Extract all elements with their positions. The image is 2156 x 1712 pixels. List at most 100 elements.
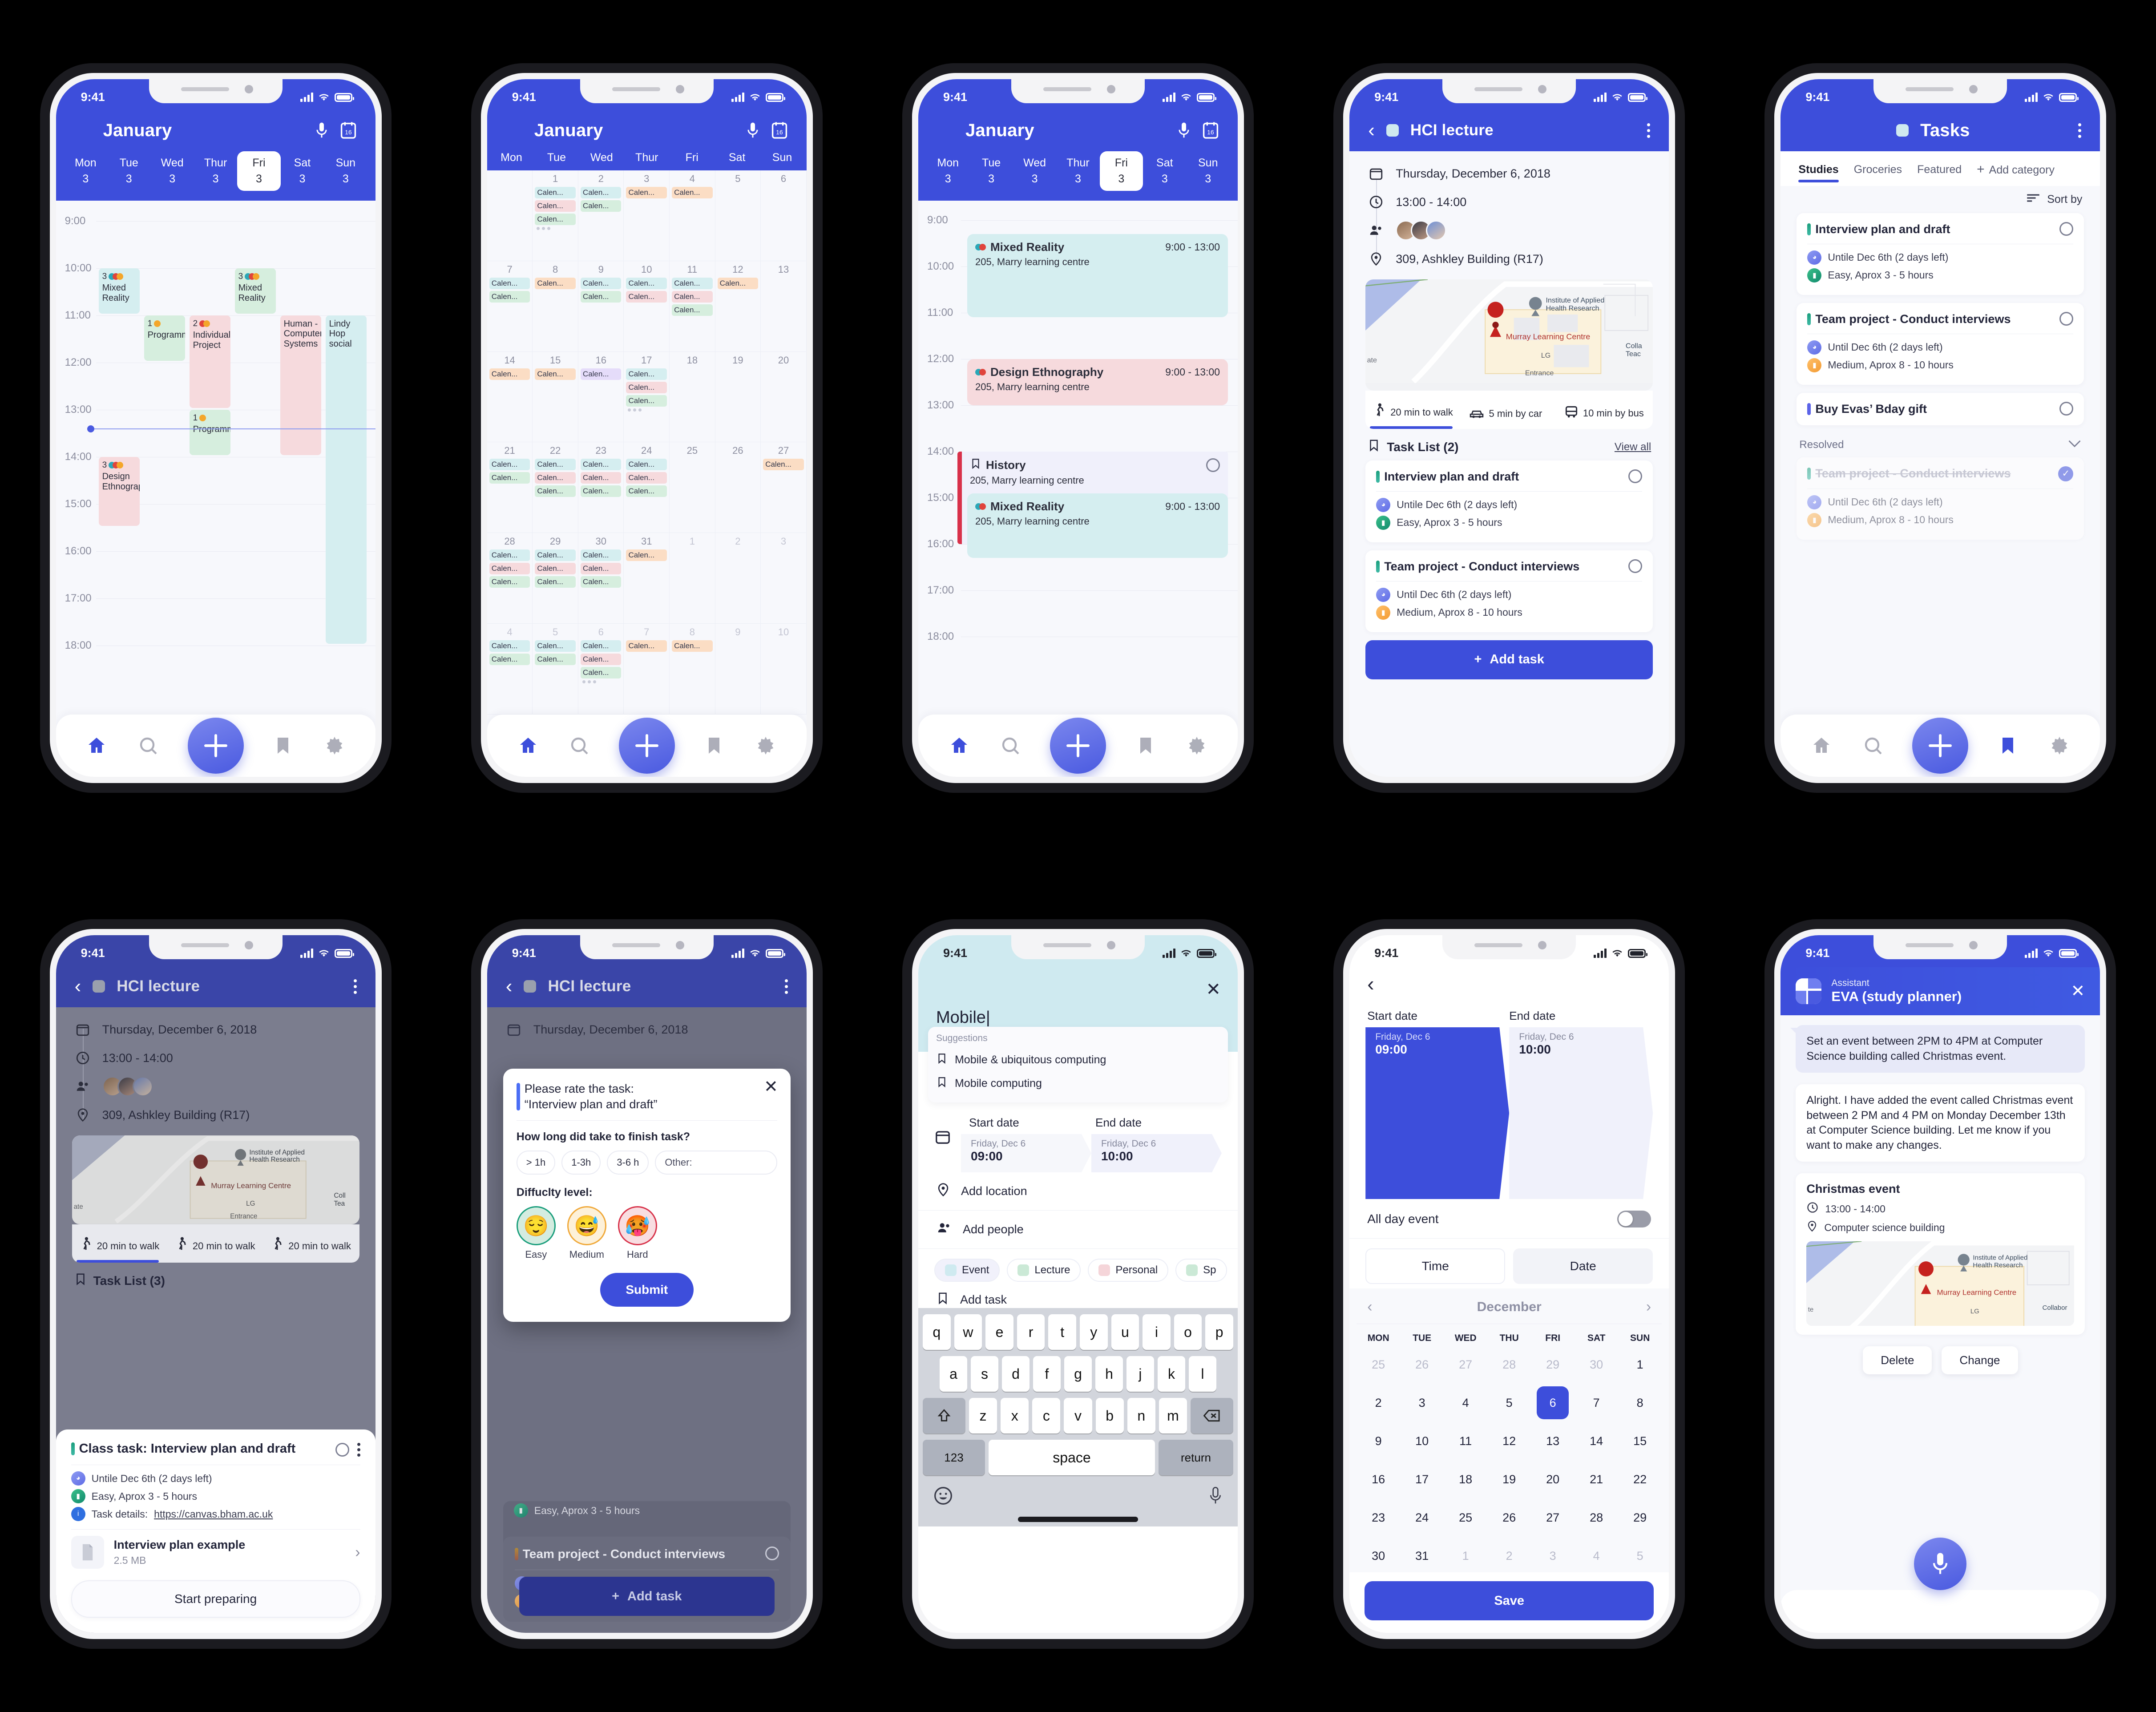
- day-25[interactable]: 25: [1444, 1501, 1487, 1534]
- key-a[interactable]: a: [939, 1356, 967, 1392]
- start-preparing-button[interactable]: Start preparing: [71, 1580, 360, 1618]
- key-d[interactable]: d: [1001, 1356, 1030, 1392]
- key-k[interactable]: k: [1157, 1356, 1185, 1392]
- key-g[interactable]: g: [1064, 1356, 1092, 1392]
- sort-by-control[interactable]: Sort by: [1781, 186, 2100, 213]
- key-l[interactable]: l: [1188, 1356, 1216, 1392]
- day-10[interactable]: 10: [1400, 1425, 1444, 1458]
- back-icon[interactable]: ‹: [1367, 972, 1374, 995]
- key-u[interactable]: u: [1111, 1314, 1139, 1350]
- event-chip[interactable]: Calen...: [580, 200, 622, 212]
- day-30[interactable]: 30: [1357, 1539, 1400, 1572]
- month-day-cell[interactable]: 24 Calen... Calen... Calen...: [624, 442, 670, 533]
- event-actions[interactable]: Delete Change: [1796, 1335, 2085, 1374]
- action-delete-button[interactable]: Delete: [1863, 1346, 1932, 1374]
- event-chip[interactable]: Calen...: [626, 472, 667, 484]
- search-icon[interactable]: [1000, 735, 1021, 756]
- month-day-cell[interactable]: 31 Calen...: [624, 533, 670, 624]
- weekday-mon[interactable]: Mon 3: [64, 151, 107, 191]
- task-card[interactable]: Team project - Conduct interviews ◕ Until …: [1365, 550, 1653, 632]
- key-f[interactable]: f: [1033, 1356, 1061, 1392]
- calendar-icon[interactable]: 16: [340, 121, 357, 139]
- month-day-cell[interactable]: 9: [715, 624, 761, 715]
- key-z[interactable]: z: [969, 1398, 997, 1433]
- month-day-cell[interactable]: 6 Calen... Calen... Calen...: [578, 624, 624, 715]
- day-4[interactable]: 4: [1444, 1386, 1487, 1419]
- microphone-icon[interactable]: [746, 121, 759, 139]
- event-chip[interactable]: Calen...: [489, 563, 530, 575]
- day-9[interactable]: 9: [1357, 1425, 1400, 1458]
- month-day-cell[interactable]: 30 Calen... Calen... Calen...: [578, 533, 624, 624]
- location-map[interactable]: Institute of Applied Health Research Mur…: [72, 1135, 359, 1224]
- keyboard-row-2[interactable]: asdfghjkl: [923, 1356, 1233, 1392]
- suggestion-item[interactable]: Mobile computing: [936, 1072, 1220, 1095]
- task-checkbox[interactable]: [2059, 401, 2074, 416]
- month-day-cell[interactable]: 16 Calen...: [578, 351, 624, 443]
- event-chip[interactable]: Calen...: [535, 563, 576, 575]
- attachment-row[interactable]: Interview plan example 2.5 MB ›: [71, 1536, 360, 1569]
- task-checkbox[interactable]: [765, 1546, 779, 1560]
- bookmark-icon[interactable]: [272, 735, 294, 756]
- weekday-fri[interactable]: Fri 3: [1099, 151, 1143, 191]
- month-grid[interactable]: 1 Calen... Calen... Calen... 2 Calen... Calen.…: [487, 170, 807, 715]
- day-26[interactable]: 26: [1487, 1501, 1531, 1534]
- task-details-link[interactable]: https://canvas.bham.ac.uk: [154, 1508, 273, 1520]
- category-chip[interactable]: Personal: [1088, 1259, 1169, 1282]
- day-13[interactable]: 13: [1531, 1425, 1575, 1458]
- resolved-section-header[interactable]: Resolved: [1781, 433, 2100, 457]
- day-2[interactable]: 2: [1357, 1386, 1400, 1419]
- day-15[interactable]: 15: [1618, 1425, 1662, 1458]
- more-options-icon[interactable]: [2078, 123, 2082, 138]
- day-27[interactable]: 27: [1444, 1348, 1487, 1381]
- event-chip[interactable]: Calen...: [489, 654, 530, 666]
- day-26[interactable]: 26: [1400, 1348, 1444, 1381]
- task-checkbox[interactable]: [1206, 458, 1220, 472]
- day-17[interactable]: 17: [1400, 1463, 1444, 1496]
- keyboard-bottom-row[interactable]: [923, 1482, 1233, 1515]
- month-day-cell[interactable]: 22 Calen... Calen... Calen...: [533, 442, 578, 533]
- day-23[interactable]: 23: [1357, 1501, 1400, 1534]
- event-chip[interactable]: Calen...: [580, 667, 622, 679]
- day-16[interactable]: 16: [1357, 1463, 1400, 1496]
- save-button[interactable]: Save: [1365, 1581, 1654, 1620]
- event-chip[interactable]: Calen...: [535, 485, 576, 497]
- add-fab[interactable]: [618, 718, 675, 774]
- week-strip[interactable]: Mon 3 Tue 3 Wed 3 Thur 3 Fri 3 Sat 3 Sun 3: [918, 151, 1238, 201]
- month-day-cell[interactable]: 12 Calen...: [715, 261, 761, 352]
- event-chip[interactable]: Calen...: [717, 277, 759, 289]
- day-29[interactable]: 29: [1531, 1348, 1575, 1381]
- tab-featured[interactable]: Featured: [1917, 163, 1962, 182]
- add-people-row[interactable]: Add people: [918, 1211, 1238, 1249]
- month-day-cell[interactable]: 4 Calen...: [670, 170, 715, 261]
- key-q[interactable]: q: [923, 1314, 951, 1350]
- event-chip[interactable]: Calen...: [672, 291, 713, 303]
- start-date-pill[interactable]: Friday, Dec 6 09:00: [1365, 1027, 1509, 1199]
- event-chip[interactable]: Calen...: [580, 654, 622, 666]
- event-chip[interactable]: Calen...: [580, 640, 622, 652]
- month-day-cell[interactable]: 26: [715, 442, 761, 533]
- event-chip[interactable]: Calen...: [489, 368, 530, 380]
- event-chip[interactable]: Calen...: [580, 549, 622, 561]
- key-p[interactable]: p: [1205, 1314, 1233, 1350]
- task-checkbox[interactable]: [2059, 222, 2074, 236]
- day-7[interactable]: 7: [1575, 1386, 1618, 1419]
- month-day-cell[interactable]: 21 Calen... Calen...: [487, 442, 533, 533]
- task-list[interactable]: Interview plan and draft ◕ Untile Dec 6th …: [1349, 460, 1669, 632]
- task-checkbox-checked[interactable]: ✓: [2058, 466, 2074, 481]
- event-chip[interactable]: Calen...: [535, 654, 576, 666]
- key-y[interactable]: y: [1079, 1314, 1108, 1350]
- calendar-event[interactable]: 3 Design Ethnography: [98, 457, 140, 526]
- month-day-cell[interactable]: 5 Calen... Calen...: [533, 624, 578, 715]
- event-chip[interactable]: Calen...: [489, 549, 530, 561]
- key-i[interactable]: i: [1143, 1314, 1171, 1350]
- event-chip[interactable]: Calen...: [672, 304, 713, 316]
- return-key[interactable]: return: [1158, 1440, 1233, 1475]
- weekday-tue[interactable]: Tue 3: [107, 151, 150, 191]
- bookmark-icon[interactable]: [1135, 735, 1156, 756]
- month-day-cell[interactable]: 10 Calen... Calen...: [624, 261, 670, 352]
- date-range-pills[interactable]: Friday, Dec 6 09:00 Friday, Dec 6 10:00: [1365, 1027, 1653, 1199]
- day-24[interactable]: 24: [1400, 1501, 1444, 1534]
- event-chip[interactable]: Calen...: [626, 381, 667, 393]
- gear-icon[interactable]: [2049, 735, 2070, 756]
- month-day-cell[interactable]: 6: [761, 170, 807, 261]
